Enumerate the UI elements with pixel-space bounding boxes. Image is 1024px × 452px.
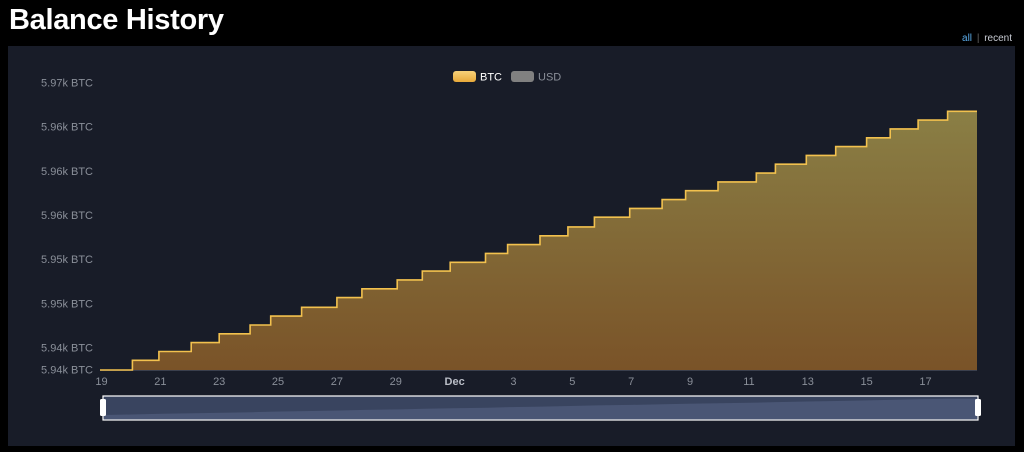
y-tick-label: 5.94k BTC — [41, 365, 93, 377]
legend-item-btc[interactable]: BTC — [453, 71, 502, 84]
x-tick-label: 7 — [628, 376, 634, 388]
x-tick-label: 27 — [331, 376, 343, 388]
toggle-separator: | — [976, 33, 980, 44]
x-tick-label: 9 — [687, 376, 693, 388]
legend-swatch-btc — [453, 71, 476, 82]
view-all-link[interactable]: all — [962, 33, 972, 44]
x-tick-label: 19 — [95, 376, 107, 388]
y-tick-label: 5.94k BTC — [41, 342, 93, 354]
x-axis: 19 21 23 25 27 29 Dec 3 5 7 9 11 13 15 17 — [95, 370, 977, 388]
x-tick-label: 11 — [743, 376, 754, 388]
x-tick-label: 5 — [569, 376, 575, 388]
page-title: Balance History — [9, 4, 224, 36]
x-tick-label: 3 — [510, 376, 516, 388]
view-recent-link[interactable]: recent — [984, 33, 1012, 44]
y-tick-label: 5.96k BTC — [41, 210, 93, 222]
legend-label-usd: USD — [538, 72, 561, 84]
view-toggle: all | recent — [962, 33, 1012, 44]
y-tick-label: 5.95k BTC — [41, 298, 93, 310]
btc-area-fill — [100, 111, 977, 371]
x-tick-label: Dec — [445, 376, 465, 388]
x-tick-label: 15 — [861, 376, 873, 388]
y-tick-label: 5.96k BTC — [41, 166, 93, 178]
y-tick-label: 5.96k BTC — [41, 122, 93, 134]
navigator-handle-left[interactable] — [100, 399, 106, 416]
y-tick-label: 5.97k BTC — [41, 78, 93, 90]
chart-panel: BTC USD 5.94k BTC 5.94k BTC 5.95k BTC 5.95k… — [8, 46, 1015, 446]
y-tick-label: 5.95k BTC — [41, 254, 93, 266]
chart-legend: BTC USD — [453, 71, 561, 84]
x-tick-label: 23 — [213, 376, 225, 388]
x-tick-label: 21 — [154, 376, 166, 388]
legend-label-btc: BTC — [480, 72, 502, 84]
x-tick-label: 25 — [272, 376, 284, 388]
navigator-handle-right[interactable] — [975, 399, 981, 416]
x-tick-label: 17 — [919, 376, 931, 388]
x-tick-label: 29 — [390, 376, 402, 388]
x-tick-label: 13 — [802, 376, 814, 388]
legend-swatch-usd — [511, 71, 534, 82]
y-axis: 5.94k BTC 5.94k BTC 5.95k BTC 5.95k BTC 5.96… — [41, 78, 93, 377]
navigator[interactable] — [100, 395, 981, 421]
balance-chart: BTC USD 5.94k BTC 5.94k BTC 5.95k BTC 5.95k… — [41, 71, 981, 421]
legend-item-usd[interactable]: USD — [511, 71, 561, 84]
